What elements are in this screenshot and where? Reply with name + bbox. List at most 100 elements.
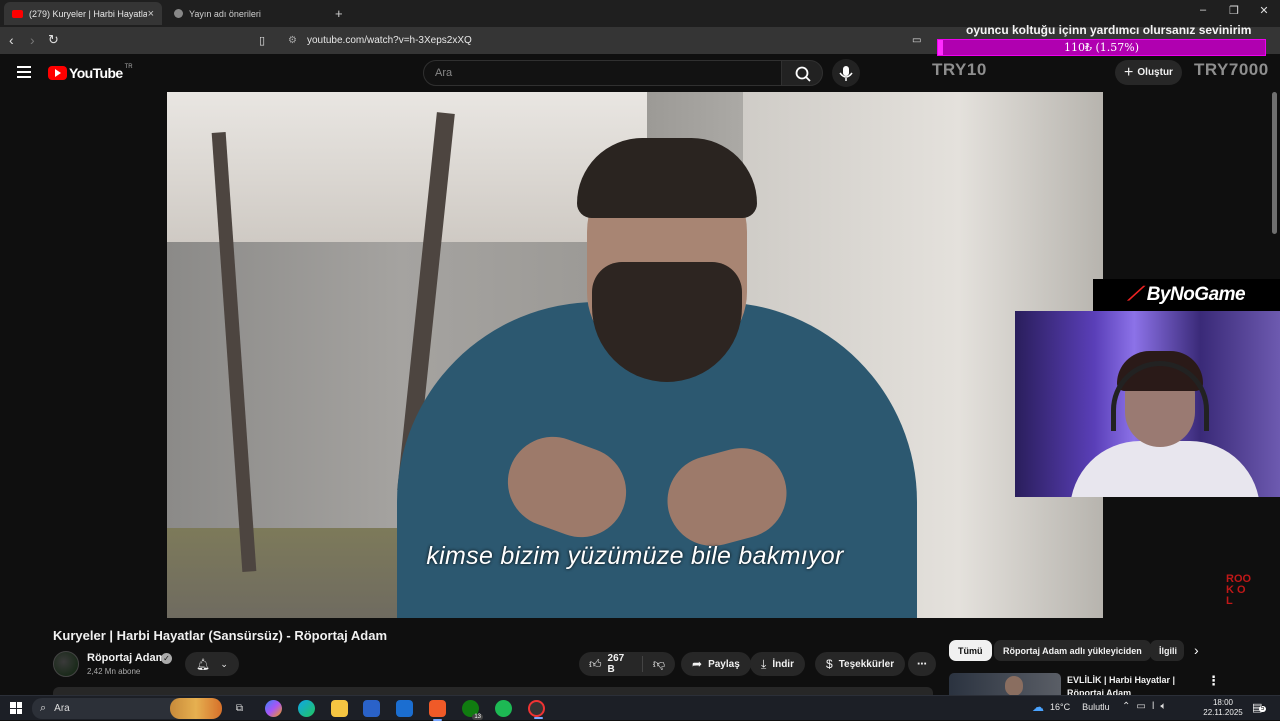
address-bar[interactable]: ⚙ youtube.com/watch?v=h-3Xeps2xXQ: [282, 31, 922, 50]
close-window-button[interactable]: ✕: [1249, 4, 1279, 17]
donation-goal-text: oyuncu koltuğu içinn yardımcı olursanız …: [966, 23, 1252, 37]
more-actions-button[interactable]: ⋯: [908, 652, 936, 676]
cast-icon[interactable]: ▭: [912, 35, 921, 46]
super-thanks-icon: $: [826, 657, 833, 671]
sponsor-name: ByNoGame: [1146, 284, 1246, 305]
chip-related[interactable]: İlgili: [1150, 640, 1184, 661]
dislike-button[interactable]: 👎︎: [643, 657, 675, 672]
donation-min-label: TRY10: [932, 60, 987, 79]
spotify-icon[interactable]: [495, 700, 512, 717]
video-scene-hair: [577, 138, 757, 218]
subscription-notification-button[interactable]: 🔔︎ ⌄: [185, 652, 239, 676]
site-info-icon[interactable]: ⚙: [288, 35, 297, 46]
microphone-icon: [839, 66, 853, 81]
notification-count: 5: [1259, 706, 1267, 712]
bell-icon: 🔔︎: [196, 658, 211, 671]
microsoft-store-icon[interactable]: [363, 700, 380, 717]
channel-name[interactable]: Röportaj Adam: [87, 652, 165, 664]
subscriber-count: 2,42 Mn abone: [87, 667, 141, 676]
clock-time: 18:00: [1212, 698, 1234, 707]
download-button[interactable]: ⤓ İndir: [750, 652, 805, 676]
share-button[interactable]: ➦ Paylaş: [681, 652, 751, 676]
voice-search-button[interactable]: [832, 59, 860, 87]
openai-favicon-icon: [174, 9, 183, 18]
reload-button[interactable]: ↻: [48, 32, 59, 48]
notification-center-icon[interactable]: ▤ 5: [1252, 701, 1267, 714]
chip-from-uploader[interactable]: Röportaj Adam adlı yükleyiciden: [994, 640, 1151, 661]
share-arrow-icon: ➦: [692, 657, 703, 671]
obs-studio-icon[interactable]: [528, 700, 545, 719]
chip-all[interactable]: Tümü: [949, 640, 992, 661]
create-button[interactable]: + Oluştur: [1115, 60, 1182, 85]
plus-icon: +: [1124, 63, 1134, 81]
bookmark-icon[interactable]: ▯: [259, 34, 265, 47]
recommended-video-title[interactable]: EVLİLİK | Harbi Hayatlar | Röportaj Adam: [1067, 674, 1177, 695]
chevron-right-icon[interactable]: ›: [1194, 642, 1199, 658]
taskbar-search[interactable]: ⌕ Ara: [32, 698, 222, 719]
thanks-button[interactable]: $ Teşekkürler: [815, 652, 906, 676]
url-text: youtube.com/watch?v=h-3Xeps2xXQ: [306, 35, 472, 46]
more-icon: ⋯: [917, 658, 927, 670]
corner-channel-logo: ROOK OL: [1226, 574, 1252, 607]
video-scene-sky: [167, 92, 647, 242]
back-button[interactable]: ‹: [9, 32, 14, 48]
like-dislike-group: 👍︎ 267 B 👎︎: [579, 652, 675, 676]
task-view-icon[interactable]: ⧉: [231, 700, 248, 717]
channel-avatar[interactable]: [53, 651, 79, 677]
cloud-icon: ☁: [1032, 700, 1044, 714]
weather-temperature: 16°C: [1050, 702, 1071, 712]
youtube-favicon-icon: [12, 9, 23, 18]
youtube-play-icon: [48, 66, 67, 80]
hamburger-menu-icon[interactable]: [17, 66, 31, 78]
edge-browser-icon[interactable]: [298, 700, 315, 717]
recommended-video-thumbnail[interactable]: [949, 673, 1061, 695]
clock-date: 22.11.2025: [1203, 708, 1243, 717]
sponsor-banner: ⟋ ByNoGame: [1093, 279, 1280, 311]
download-label: İndir: [772, 658, 794, 670]
maximize-button[interactable]: ❐: [1219, 4, 1249, 17]
xbox-badge-count: 13: [472, 714, 483, 720]
minimize-button[interactable]: –: [1188, 4, 1218, 16]
copilot-icon[interactable]: [265, 700, 282, 717]
network-icon[interactable]: ▭: [1136, 701, 1151, 712]
search-placeholder: Ara: [435, 67, 453, 79]
system-tray[interactable]: ⌃▭ǀ🔈︎: [1122, 701, 1172, 712]
youtube-wordmark: YouTube: [69, 65, 123, 81]
new-tab-button[interactable]: +: [330, 2, 352, 25]
page-scrollbar[interactable]: [1272, 92, 1277, 234]
create-label: Oluştur: [1137, 67, 1173, 78]
system-clock[interactable]: 18:00 22.11.2025: [1202, 698, 1244, 718]
thumbs-up-icon: 👍︎: [589, 656, 602, 671]
file-explorer-icon[interactable]: [331, 700, 348, 717]
brave-browser-icon[interactable]: [429, 700, 446, 721]
forward-button[interactable]: ›: [30, 32, 35, 48]
tab-label: Yayın adı önerileri: [189, 8, 261, 19]
like-button[interactable]: 👍︎ 267 B: [579, 653, 643, 675]
outlook-icon[interactable]: [396, 700, 413, 717]
tab-youtube-video[interactable]: (279) Kuryeler | Harbi Hayatlar (S... ×: [4, 2, 162, 25]
country-code: TR: [124, 64, 133, 70]
description-box[interactable]: [53, 687, 933, 695]
download-icon: ⤓: [761, 656, 767, 671]
weather-widget[interactable]: ☁ 16°C Bulutlu: [1032, 700, 1110, 714]
verified-badge-icon: ✓: [161, 653, 172, 664]
donation-progress-label: 110₺ (1.57%): [1063, 41, 1140, 54]
search-input[interactable]: Ara: [423, 60, 782, 86]
chevron-up-icon[interactable]: ⌃: [1122, 701, 1136, 712]
chevron-down-icon: ⌄: [220, 658, 228, 669]
youtube-header: YouTube TR Ara + Oluştur: [0, 54, 1280, 92]
weather-condition: Bulutlu: [1082, 702, 1110, 712]
video-player[interactable]: kimse bizim yüzümüze bile bakmıyor: [167, 92, 1103, 618]
search-button[interactable]: [781, 60, 823, 86]
video-subtitle: kimse bizim yüzümüze bile bakmıyor: [426, 542, 844, 570]
youtube-logo[interactable]: YouTube TR: [48, 64, 133, 81]
tab-stream-title-suggestions[interactable]: Yayın adı önerileri: [166, 2, 326, 25]
like-count: 267 B: [607, 653, 625, 675]
windows-start-icon[interactable]: [10, 702, 22, 714]
speaker-icon[interactable]: 🔈︎: [1160, 701, 1172, 712]
tab-close-icon[interactable]: ×: [148, 8, 154, 20]
xbox-icon[interactable]: 13: [462, 700, 483, 720]
recommended-video-menu-icon[interactable]: ⋮: [1207, 673, 1220, 689]
taskbar-search-label: Ara: [54, 703, 70, 714]
streamer-webcam: [1015, 311, 1280, 497]
